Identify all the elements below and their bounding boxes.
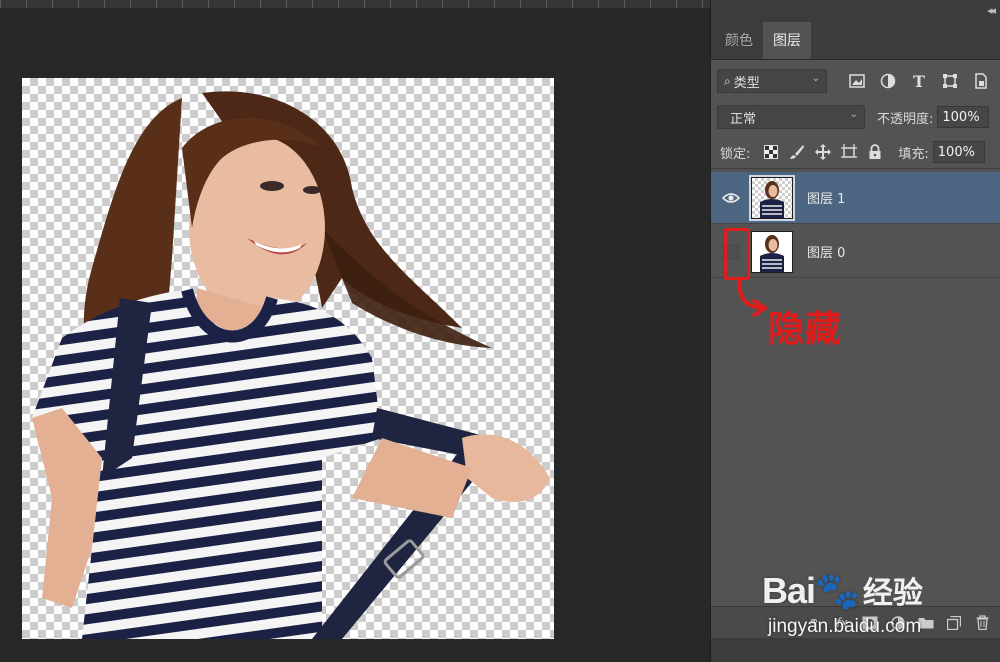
tab-color[interactable]: 颜色 (715, 21, 763, 59)
lock-all-icon[interactable] (864, 141, 886, 163)
smart-object-filter-icon[interactable] (969, 69, 993, 93)
panel-tabs: 颜色 图层 (711, 21, 1000, 60)
photoshop-window: ◂◂ 颜色 图层 ⌕ 类型 ⌄ T 正常 ⌄ 不透明度: 100% 锁定: 填充… (0, 0, 1000, 662)
layer-row-0[interactable]: 图层 0 (711, 226, 1000, 278)
fill-input[interactable]: 100% (932, 141, 985, 163)
search-icon: ⌕ (724, 73, 731, 88)
blend-mode-label: 正常 (730, 111, 757, 127)
lock-artboard-icon[interactable] (838, 141, 860, 163)
pixel-filter-icon[interactable] (845, 69, 869, 93)
woman-photo (32, 91, 550, 639)
blend-mode-select[interactable]: 正常 ⌄ (717, 105, 865, 129)
baidu-watermark: Bai🐾 经验 (762, 568, 923, 612)
shape-filter-icon[interactable] (938, 69, 962, 93)
collapse-panel-icon[interactable]: ◂◂ (987, 4, 996, 17)
layer-name[interactable]: 图层 0 (807, 242, 845, 261)
watermark-url: jingyan.baidu.com (768, 616, 922, 637)
eye-icon (722, 192, 740, 203)
blend-row: 正常 ⌄ 不透明度: 100% (711, 103, 1000, 131)
lock-transparent-pixels-icon[interactable] (760, 141, 782, 163)
type-filter-icon[interactable]: T (907, 69, 931, 93)
layer-thumbnail (751, 230, 793, 273)
tab-layers[interactable]: 图层 (763, 21, 811, 59)
layer-filter-row: ⌕ 类型 ⌄ T (711, 66, 1000, 96)
annotation-label: 隐藏 (768, 309, 843, 350)
filter-kind-select[interactable]: ⌕ 类型 ⌄ (717, 69, 827, 93)
layer-thumbnail (749, 174, 795, 221)
opacity-label: 不透明度: (877, 111, 934, 127)
document-canvas[interactable] (22, 78, 554, 639)
panel-footer (711, 638, 1000, 662)
opacity-input[interactable]: 100% (937, 106, 990, 128)
filter-kind-label: 类型 (733, 75, 760, 91)
chevron-down-icon: ⌄ (811, 73, 820, 84)
baidu-jingyan-label: 经验 (862, 576, 923, 611)
baidu-logo: Bai (762, 570, 816, 611)
chevron-down-icon: ⌄ (849, 109, 858, 120)
layer-name[interactable]: 图层 1 (807, 188, 845, 207)
layer-visibility-toggle[interactable] (711, 172, 751, 224)
horizontal-ruler (0, 0, 710, 8)
new-layer-icon[interactable] (943, 612, 965, 634)
lock-position-icon[interactable] (812, 141, 834, 163)
fill-label: 填充: (898, 146, 929, 162)
lock-label: 锁定: (720, 146, 751, 162)
layers-panel: ◂◂ 颜色 图层 ⌕ 类型 ⌄ T 正常 ⌄ 不透明度: 100% 锁定: 填充… (710, 0, 1000, 662)
lock-image-pixels-icon[interactable] (786, 141, 808, 163)
divider (711, 168, 1000, 169)
annotation-highlight-box (724, 228, 750, 280)
trash-icon[interactable] (971, 612, 993, 634)
lock-row: 锁定: 填充: 100% (711, 138, 1000, 166)
panel-titlebar: ◂◂ (711, 0, 1000, 22)
adjustment-filter-icon[interactable] (876, 69, 900, 93)
paw-icon: 🐾 (815, 570, 860, 611)
layer-row-1[interactable]: 图层 1 (711, 172, 1000, 224)
